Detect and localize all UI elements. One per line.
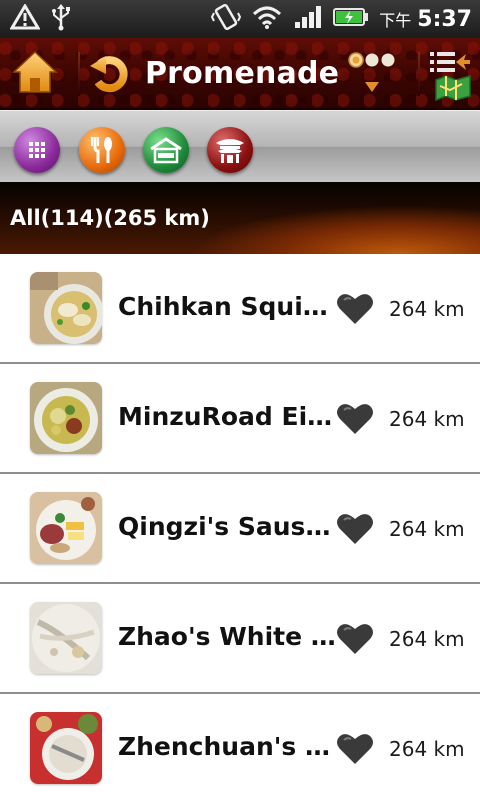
heart-icon [337,734,373,764]
back-icon [90,56,128,93]
favorite-button[interactable] [336,402,374,436]
hotel-icon [150,137,182,164]
status-bar: 下午 5:37 [0,0,480,38]
title-bar: Promenade [0,38,480,110]
summary-bar: All(114)(265 km) [0,182,480,254]
place-distance: 264 km [389,407,465,431]
thumbnail [30,492,102,564]
status-right: 下午 5:37 [211,3,472,36]
place-name: Chihkan Squid ... [118,292,336,321]
category-food-button[interactable] [79,127,125,173]
list-item[interactable]: Chihkan Squid ... 264 km [0,254,480,364]
wifi-icon [251,4,283,35]
favorite-button[interactable] [336,732,374,766]
place-distance: 264 km [389,297,465,321]
list-item[interactable]: MinzuRoad Eig... 264 km [0,364,480,474]
vibrate-icon [211,3,242,36]
place-name: Zhao's White S... [118,622,336,651]
clock-ampm: 下午 [379,11,412,30]
favorite-button[interactable] [336,512,374,546]
usb-icon [50,3,72,36]
home-icon [12,50,58,93]
temple-icon [216,139,244,163]
thumbnail [30,272,102,344]
place-distance: 264 km [389,627,465,651]
heart-icon [337,404,373,434]
list-item[interactable]: Zhao's White S... 264 km [0,584,480,694]
heart-icon [337,624,373,654]
place-distance: 264 km [389,737,465,761]
thumbnail [30,602,102,674]
grid-all-icon [29,142,45,158]
status-left [9,2,72,36]
signal-icon [293,4,323,35]
list-item[interactable]: Qingzi's Sausa... 264 km [0,474,480,584]
place-name: Zhenchuan's F... [118,732,336,761]
title-divider [78,52,80,96]
list-item[interactable]: Zhenchuan's F... 264 km [0,694,480,800]
heart-icon [337,514,373,544]
category-all-button[interactable] [14,127,60,173]
home-button[interactable] [10,48,60,98]
more-icon [348,52,395,92]
summary-count: All(114)(265 km) [10,206,210,230]
thumbnail [30,712,102,784]
clock-time: 5:37 [417,6,472,32]
list-map-toggle[interactable] [426,46,474,102]
place-name: MinzuRoad Eig... [118,402,336,431]
place-list: Chihkan Squid ... 264 km MinzuRoad Eig..… [0,254,480,800]
food-icon [91,137,112,163]
back-button[interactable] [88,50,134,96]
place-distance: 264 km [389,517,465,541]
list-map-icon [430,52,471,102]
category-hotel-button[interactable] [143,127,189,173]
place-name: Qingzi's Sausa... [118,512,336,541]
category-temple-button[interactable] [207,127,253,173]
thumbnail [30,382,102,454]
favorite-button[interactable] [336,622,374,656]
title-divider [418,52,420,96]
category-bar [0,110,480,182]
favorite-button[interactable] [336,292,374,326]
alert-icon [9,2,41,35]
more-button[interactable] [344,48,400,100]
battery-icon [333,6,369,33]
heart-icon [337,294,373,324]
page-title: Promenade [145,56,340,91]
